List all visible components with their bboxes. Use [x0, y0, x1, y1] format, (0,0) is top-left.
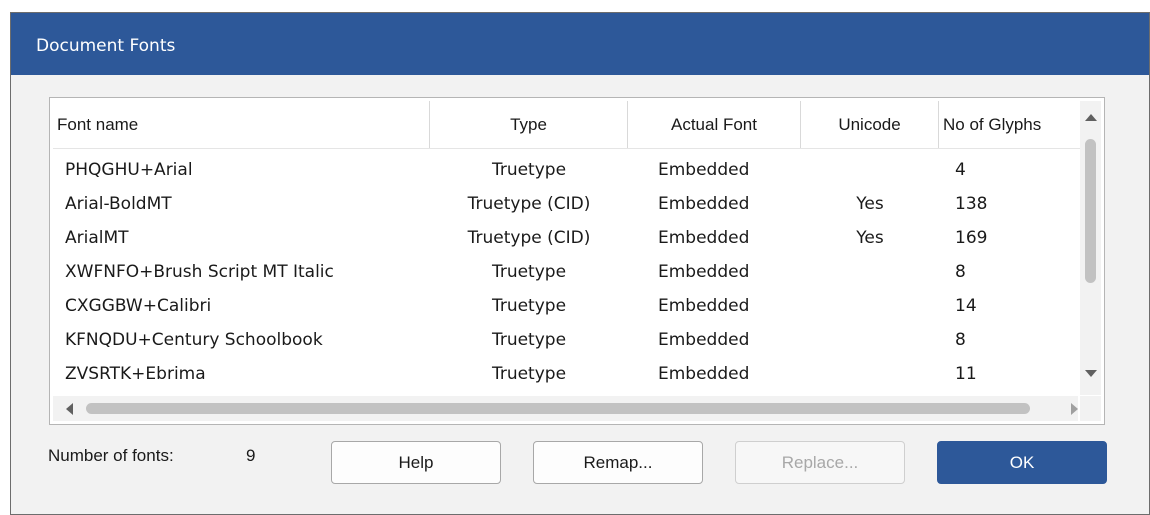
table-row[interactable]: ZVSRTK+Ebrima Truetype Embedded 11	[53, 357, 1099, 391]
number-of-fonts-value: 9	[246, 446, 256, 465]
replace-button[interactable]: Replace...	[735, 441, 905, 484]
arrow-down-icon[interactable]	[1085, 370, 1097, 377]
cell-font-name: CXGGBW+Calibri	[65, 296, 212, 316]
column-header-unicode[interactable]: Unicode	[801, 101, 939, 148]
horizontal-scroll-thumb[interactable]	[86, 403, 1030, 414]
scrollbar-corner	[1080, 396, 1101, 421]
cell-unicode: Yes	[856, 194, 884, 214]
cell-font-name: PHQGHU+Arial	[65, 160, 193, 180]
cell-no-of-glyphs: 8	[955, 330, 966, 350]
ok-button[interactable]: OK	[937, 441, 1107, 484]
remap-button[interactable]: Remap...	[533, 441, 703, 484]
column-header-no-of-glyphs[interactable]: No of Glyphs	[939, 101, 1078, 148]
cell-no-of-glyphs: 169	[955, 228, 988, 248]
arrow-left-icon[interactable]	[66, 403, 73, 415]
cell-no-of-glyphs: 11	[955, 364, 977, 384]
cell-unicode	[801, 153, 939, 187]
dialog-title: Document Fonts	[36, 36, 176, 56]
cell-unicode: Yes	[856, 228, 884, 248]
column-header-actual-font[interactable]: Actual Font	[628, 101, 801, 148]
cell-unicode	[801, 289, 939, 323]
cell-font-name: KFNQDU+Century Schoolbook	[65, 330, 323, 350]
table-row[interactable]: CXGGBW+Calibri Truetype Embedded 14	[53, 289, 1099, 323]
cell-type: Truetype	[491, 262, 567, 282]
cell-unicode	[801, 255, 939, 289]
column-header-type[interactable]: Type	[430, 101, 628, 148]
cell-no-of-glyphs: 14	[955, 296, 977, 316]
table-row[interactable]: KFNQDU+Century Schoolbook Truetype Embedde…	[53, 323, 1099, 357]
cell-unicode	[801, 323, 939, 357]
table-row[interactable]: Arial-BoldMT Truetype (CID) Embedded Yes 138	[53, 187, 1099, 221]
cell-type: Truetype	[491, 160, 567, 180]
table-row[interactable]: XWFNFO+Brush Script MT Italic Truetype Emb…	[53, 255, 1099, 289]
document-fonts-dialog: Document Fonts Font name Type Actual Fon…	[10, 12, 1150, 515]
horizontal-scrollbar[interactable]	[53, 396, 1078, 421]
column-header-font-name[interactable]: Font name	[53, 101, 430, 148]
cell-type: Truetype	[491, 296, 567, 316]
cell-unicode	[801, 357, 939, 391]
cell-font-name: Arial-BoldMT	[65, 194, 172, 214]
cell-type: Truetype (CID)	[467, 194, 591, 214]
title-bar[interactable]: Document Fonts	[11, 13, 1149, 75]
cell-type: Truetype (CID)	[467, 228, 591, 248]
arrow-up-icon[interactable]	[1085, 114, 1097, 121]
vertical-scrollbar[interactable]	[1080, 101, 1101, 395]
cell-font-name: ZVSRTK+Ebrima	[65, 364, 206, 384]
arrow-right-icon[interactable]	[1071, 403, 1078, 415]
cell-type: Truetype	[491, 364, 567, 384]
cell-no-of-glyphs: 8	[955, 262, 966, 282]
table-row[interactable]: ArialMT Truetype (CID) Embedded Yes 169	[53, 221, 1099, 255]
table-header: Font name Type Actual Font Unicode No of…	[53, 101, 1099, 149]
vertical-scroll-thumb[interactable]	[1085, 139, 1096, 283]
cell-no-of-glyphs: 138	[955, 194, 988, 214]
cell-font-name: ArialMT	[65, 228, 129, 248]
fonts-table: Font name Type Actual Font Unicode No of…	[49, 97, 1105, 425]
cell-font-name: XWFNFO+Brush Script MT Italic	[65, 262, 334, 282]
help-button[interactable]: Help	[331, 441, 501, 484]
table-row[interactable]: PHQGHU+Arial Truetype Embedded 4	[53, 153, 1099, 187]
cell-type: Truetype	[491, 330, 567, 350]
cell-no-of-glyphs: 4	[955, 160, 966, 180]
number-of-fonts-label: Number of fonts:	[48, 446, 174, 465]
